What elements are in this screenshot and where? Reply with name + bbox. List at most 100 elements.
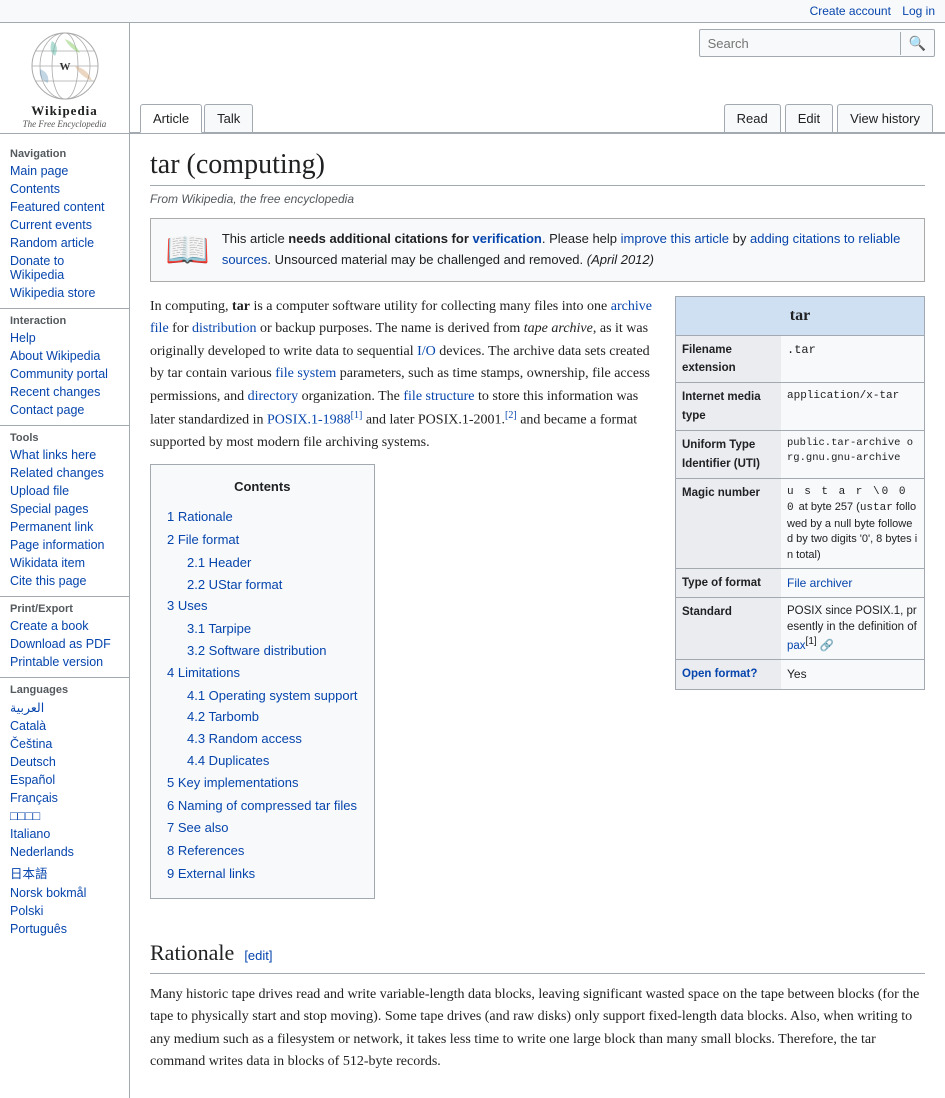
- infobox-row-open: Open format? Yes: [676, 659, 924, 688]
- sidebar-item-contact[interactable]: Contact page: [0, 401, 129, 419]
- sidebar-lang-japanese[interactable]: 日本語: [0, 861, 129, 884]
- io-link[interactable]: I/O: [417, 344, 436, 359]
- sidebar-item-related-changes[interactable]: Related changes: [0, 464, 129, 482]
- tab-view-history[interactable]: View history: [837, 104, 933, 132]
- sidebar-lang-deutsch[interactable]: Deutsch: [0, 753, 129, 771]
- pax-link[interactable]: pax: [787, 640, 806, 652]
- distribution-link[interactable]: distribution: [192, 321, 257, 336]
- sidebar-lang-squares[interactable]: □□□□: [0, 807, 129, 825]
- sidebar-item-download-pdf[interactable]: Download as PDF: [0, 635, 129, 653]
- article-body: tar Filename extension .tar Internet med…: [150, 296, 925, 1073]
- search-button[interactable]: 🔍: [900, 32, 934, 55]
- toc-item-7: 7 See also: [167, 817, 358, 840]
- sidebar-lang-nederlands[interactable]: Nederlands: [0, 843, 129, 861]
- sidebar-interaction-items: Help About Wikipedia Community portal Re…: [0, 329, 129, 419]
- sidebar-item-donate[interactable]: Donate to Wikipedia: [0, 252, 129, 284]
- sidebar-item-community-portal[interactable]: Community portal: [0, 365, 129, 383]
- infobox-value-type: File archiver: [781, 569, 924, 597]
- toc-subitem-2-2: 2.2 UStar format: [167, 574, 358, 596]
- sidebar-print-title: Print/export: [0, 596, 129, 617]
- infobox-label-uti: Uniform Type Identifier (UTI): [676, 431, 781, 478]
- rationale-heading: Rationale [edit]: [150, 935, 925, 974]
- sidebar-item-main-page[interactable]: Main page: [0, 162, 129, 180]
- file-structure-link[interactable]: file structure: [403, 389, 474, 404]
- toc-subitem-3-1: 3.1 Tarpipe: [167, 618, 358, 640]
- nav-tabs: Article Talk Read Edit View history: [130, 57, 945, 133]
- sidebar-lang-norsk[interactable]: Norsk bokmål: [0, 884, 129, 902]
- sidebar-item-help[interactable]: Help: [0, 329, 129, 347]
- posix-link[interactable]: POSIX.1-1988: [267, 413, 351, 428]
- infobox-row-media-type: Internet media type application/x-tar: [676, 382, 924, 430]
- sidebar-item-contents[interactable]: Contents: [0, 180, 129, 198]
- infobox-title: tar: [676, 297, 924, 335]
- sidebar-item-page-info[interactable]: Page information: [0, 536, 129, 554]
- notice-text: This article needs additional citations …: [222, 229, 910, 271]
- sidebar-item-special-pages[interactable]: Special pages: [0, 500, 129, 518]
- sidebar: Navigation Main page Contents Featured c…: [0, 134, 130, 1098]
- toc-subitem-3-2: 3.2 Software distribution: [167, 640, 358, 662]
- toc-item-1: 1 Rationale: [167, 506, 358, 529]
- search-input[interactable]: [700, 33, 900, 54]
- rationale-text: Many historic tape drives read and write…: [150, 984, 925, 1074]
- infobox-label-standard: Standard: [676, 598, 781, 659]
- infobox-label-filename: Filename extension: [676, 336, 781, 383]
- tab-talk[interactable]: Talk: [204, 104, 253, 132]
- open-format-link[interactable]: Open format?: [682, 668, 757, 680]
- sidebar-item-upload-file[interactable]: Upload file: [0, 482, 129, 500]
- sidebar-lang-polski[interactable]: Polski: [0, 902, 129, 920]
- tab-read[interactable]: Read: [724, 104, 781, 132]
- wikipedia-logo[interactable]: W: [30, 31, 100, 101]
- sidebar-item-random-article[interactable]: Random article: [0, 234, 129, 252]
- infobox-value-media-type: application/x-tar: [781, 383, 924, 430]
- toc-subitem-4-2: 4.2 Tarbomb: [167, 706, 358, 728]
- infobox-value-open: Yes: [781, 660, 924, 688]
- sidebar-item-current-events[interactable]: Current events: [0, 216, 129, 234]
- sidebar-lang-espanol[interactable]: Español: [0, 771, 129, 789]
- infobox-label-magic: Magic number: [676, 479, 781, 568]
- sidebar-item-create-book[interactable]: Create a book: [0, 617, 129, 635]
- sidebar-interaction-title: Interaction: [0, 308, 129, 329]
- sidebar-item-recent-changes[interactable]: Recent changes: [0, 383, 129, 401]
- tab-article[interactable]: Article: [140, 104, 202, 133]
- sidebar-lang-francais[interactable]: Français: [0, 789, 129, 807]
- sidebar-item-printable[interactable]: Printable version: [0, 653, 129, 671]
- toc-item-4: 4 Limitations: [167, 662, 358, 685]
- page-title: tar (computing): [150, 149, 925, 186]
- sidebar-item-featured-content[interactable]: Featured content: [0, 198, 129, 216]
- sidebar-item-about[interactable]: About Wikipedia: [0, 347, 129, 365]
- infobox-row-type: Type of format File archiver: [676, 568, 924, 597]
- directory-link[interactable]: directory: [248, 389, 299, 404]
- logo-title: Wikipedia: [31, 103, 98, 119]
- notice-improve-link[interactable]: improve this article: [621, 231, 729, 246]
- toc-title: Contents: [167, 477, 358, 498]
- tab-edit[interactable]: Edit: [785, 104, 833, 132]
- toc-subitem-2-1: 2.1 Header: [167, 552, 358, 574]
- sidebar-item-cite[interactable]: Cite this page: [0, 572, 129, 590]
- svg-text:W: W: [59, 61, 70, 73]
- sidebar-lang-catala[interactable]: Català: [0, 717, 129, 735]
- sidebar-item-wikidata[interactable]: Wikidata item: [0, 554, 129, 572]
- sidebar-lang-cestina[interactable]: Čeština: [0, 735, 129, 753]
- infobox-row-standard: Standard POSIX since POSIX.1, presently …: [676, 597, 924, 659]
- infobox-row-magic: Magic number u s t a r \0 0 0 at byte 25…: [676, 478, 924, 568]
- file-archiver-link[interactable]: File archiver: [787, 576, 852, 590]
- sidebar-lang-arabic[interactable]: العربية: [0, 698, 129, 717]
- toc-item-8: 8 References: [167, 840, 358, 863]
- sidebar-item-store[interactable]: Wikipedia store: [0, 284, 129, 302]
- notice-verification-link[interactable]: verification: [473, 231, 542, 246]
- sidebar-lang-italiano[interactable]: Italiano: [0, 825, 129, 843]
- filesystem-link[interactable]: file system: [275, 366, 336, 381]
- create-account-link[interactable]: Create account: [810, 4, 891, 18]
- sidebar-item-what-links[interactable]: What links here: [0, 446, 129, 464]
- sidebar-language-items: العربية Català Čeština Deutsch Español F…: [0, 698, 129, 938]
- toc-item-3: 3 Uses: [167, 595, 358, 618]
- rationale-edit-link[interactable]: [edit]: [244, 948, 272, 963]
- infobox-value-uti: public.tar-archive org.gnu.gnu-archive: [781, 431, 924, 478]
- page-subtitle: From Wikipedia, the free encyclopedia: [150, 192, 925, 206]
- search-bar[interactable]: 🔍: [699, 29, 935, 57]
- top-bar: Create account Log in: [0, 0, 945, 23]
- infobox-label-open: Open format?: [676, 660, 781, 688]
- sidebar-item-permanent-link[interactable]: Permanent link: [0, 518, 129, 536]
- sidebar-lang-portugues[interactable]: Português: [0, 920, 129, 938]
- log-in-link[interactable]: Log in: [902, 4, 935, 18]
